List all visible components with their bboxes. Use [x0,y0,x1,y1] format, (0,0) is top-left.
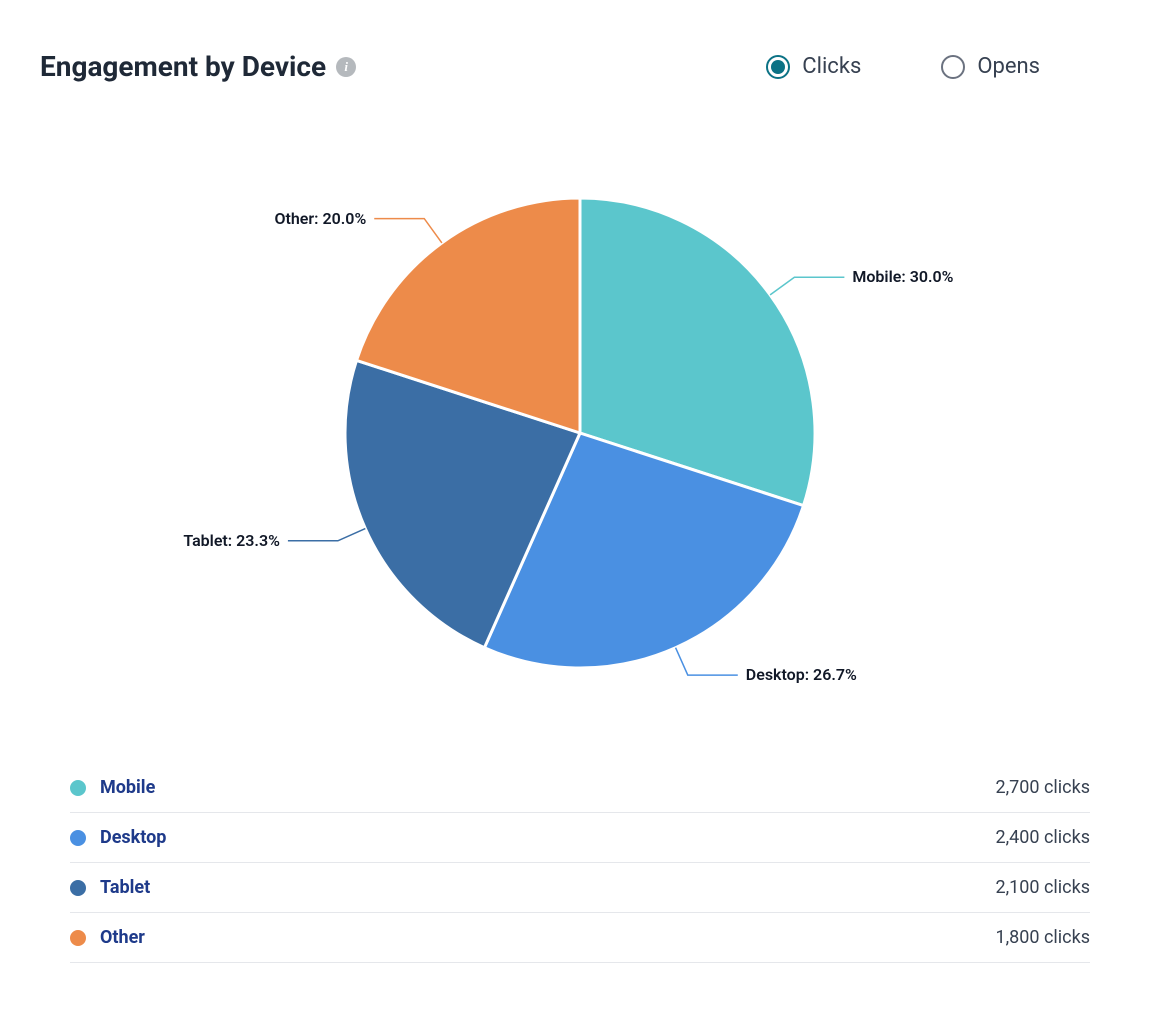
legend-left: Mobile [70,777,155,798]
legend-name: Other [100,927,145,948]
legend-dot-icon [70,880,86,896]
legend-dot-icon [70,780,86,796]
radio-opens[interactable]: Opens [941,54,1040,79]
legend-row-other[interactable]: Other 1,800 clicks [70,913,1090,963]
radio-opens-label: Opens [977,54,1040,79]
legend-name: Mobile [100,777,155,798]
legend-dot-icon [70,930,86,946]
legend-row-mobile[interactable]: Mobile 2,700 clicks [70,763,1090,813]
legend-row-desktop[interactable]: Desktop 2,400 clicks [70,813,1090,863]
metric-toggle-group: Clicks Opens [766,54,1120,79]
pie-svg [40,113,1120,753]
engagement-card: Engagement by Device i Clicks Opens Mobi… [0,0,1160,993]
info-icon[interactable]: i [336,57,356,77]
leader-line [676,648,738,675]
legend-row-tablet[interactable]: Tablet 2,100 clicks [70,863,1090,913]
legend-value: 2,100 clicks [996,877,1090,898]
legend-value: 1,800 clicks [996,927,1090,948]
card-title: Engagement by Device [40,50,326,83]
radio-circle-icon [941,55,965,79]
legend-value: 2,700 clicks [996,777,1090,798]
legend-name: Tablet [100,877,150,898]
radio-clicks-label: Clicks [802,54,861,79]
radio-clicks[interactable]: Clicks [766,54,861,79]
legend-left: Other [70,927,145,948]
legend-left: Desktop [70,827,166,848]
legend-name: Desktop [100,827,166,848]
radio-circle-icon [766,55,790,79]
header-row: Engagement by Device i Clicks Opens [40,50,1120,83]
title-wrap: Engagement by Device i [40,50,356,83]
pie-chart: Mobile: 30.0%Desktop: 26.7%Tablet: 23.3%… [40,113,1120,753]
leader-line [374,219,442,243]
legend-dot-icon [70,830,86,846]
leader-line [770,277,844,295]
legend-list: Mobile 2,700 clicks Desktop 2,400 clicks Tab… [40,763,1120,963]
legend-left: Tablet [70,877,150,898]
leader-line [288,529,365,541]
legend-value: 2,400 clicks [996,827,1090,848]
